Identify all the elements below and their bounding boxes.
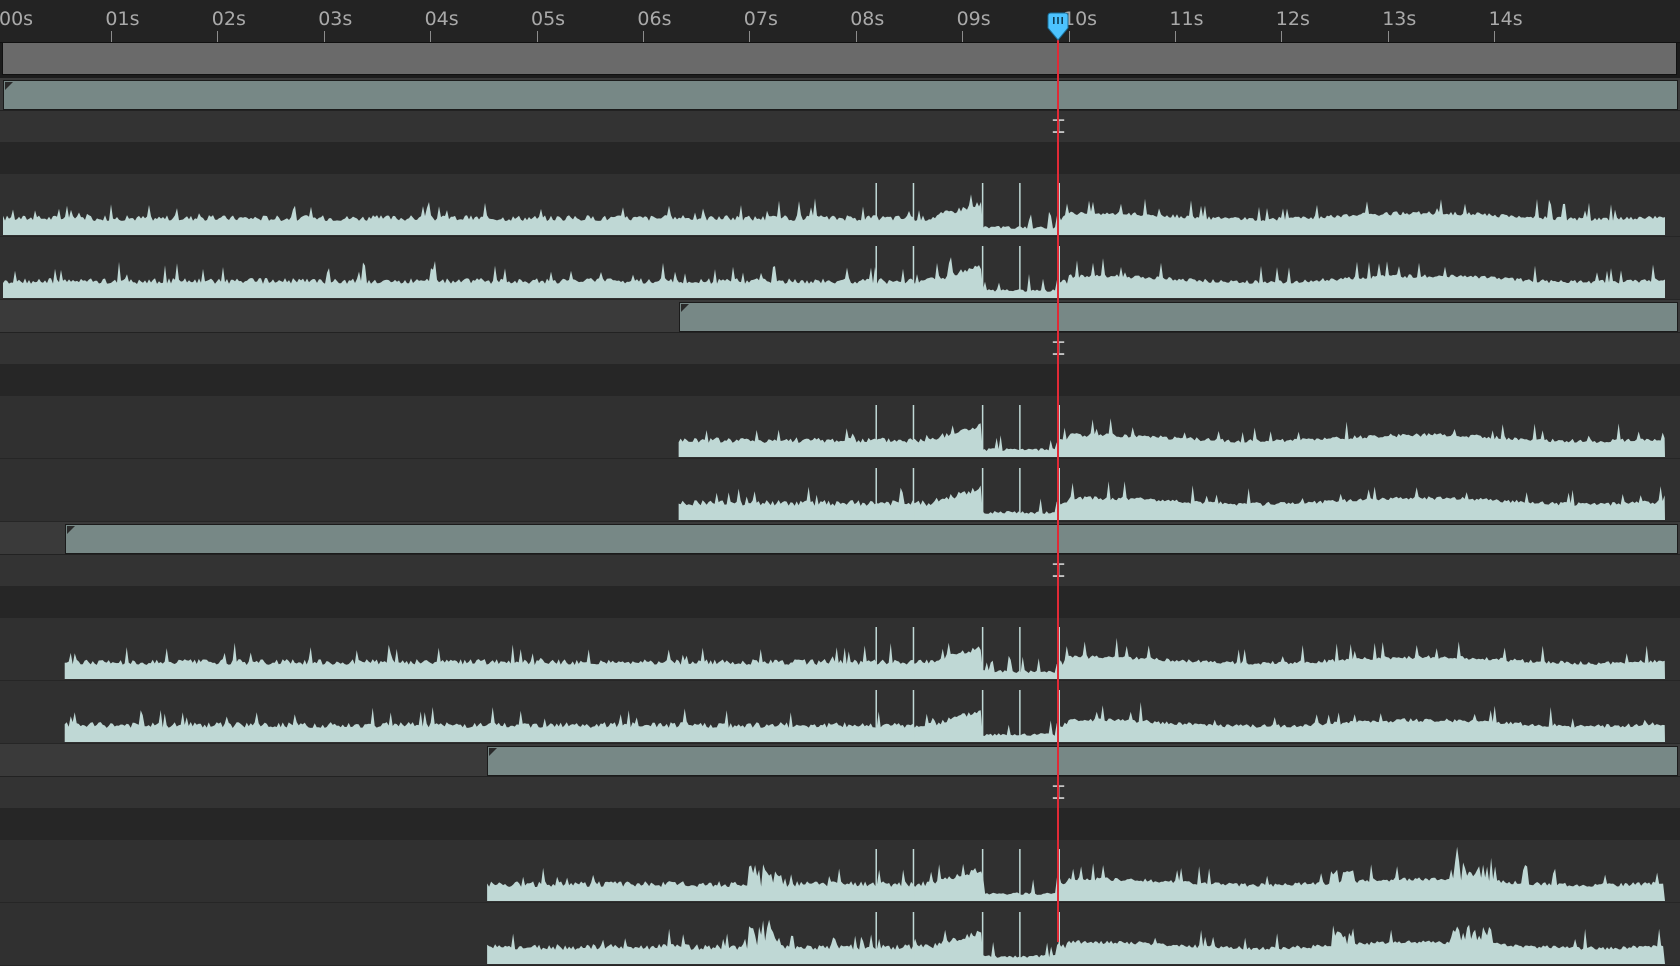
- waveform-peak: [912, 468, 915, 520]
- waveform-peak: [875, 690, 877, 742]
- waveform-peak: [1019, 405, 1021, 457]
- ruler-tick-mark: [962, 31, 964, 42]
- waveform-peak: [912, 183, 915, 235]
- ruler-tick-label: 04s: [424, 8, 459, 30]
- waveform-channel-right: [0, 459, 1680, 522]
- ruler-tick-mark: [1387, 31, 1389, 42]
- waveform-channel-left: [0, 840, 1680, 903]
- waveform-peak: [1019, 690, 1021, 742]
- waveform-peak: [912, 627, 915, 679]
- waveform-peak: [912, 246, 915, 298]
- waveform-peak: [1019, 246, 1021, 298]
- layer-duration-bar[interactable]: [64, 524, 1678, 554]
- waveform-peak: [981, 849, 984, 901]
- ruler-tick-label: 01s: [105, 8, 140, 30]
- waveform-peak: [1019, 627, 1021, 679]
- ruler-tick-mark: [749, 31, 751, 42]
- waveform-peak: [912, 912, 915, 964]
- waveform-peak: [981, 627, 984, 679]
- ruler-tick-mark: [217, 31, 219, 42]
- waveform-peak: [875, 627, 877, 679]
- waveform-peak: [912, 690, 915, 742]
- ruler-tick-label: 05s: [531, 8, 566, 30]
- waveform-peak: [981, 183, 984, 235]
- audio-waveform: [64, 702, 1665, 742]
- waveform-peak: [875, 246, 877, 298]
- audio-waveform: [3, 194, 1665, 235]
- ruler-tick-label: 09s: [956, 8, 991, 30]
- waveform-channel-left: [0, 174, 1680, 237]
- waveform-peak: [875, 183, 877, 235]
- ruler-tick-label: 11s: [1169, 8, 1204, 30]
- layer-bar-row: [0, 744, 1680, 777]
- layer-bar-row: [0, 78, 1680, 111]
- audio-header-row: [0, 587, 1680, 618]
- audio-waveform: [64, 637, 1665, 679]
- ruler-tick-label: 08s: [850, 8, 885, 30]
- waveform-peak: [981, 690, 984, 742]
- ruler-tick-mark: [1175, 31, 1176, 42]
- waveform-peak: [875, 405, 877, 457]
- playhead-handle-icon[interactable]: [1046, 12, 1070, 42]
- waveform-channel-right: [0, 681, 1680, 744]
- ruler-tick-label: 03s: [318, 8, 353, 30]
- property-row: ⌶: [0, 777, 1680, 809]
- layer-duration-bar[interactable]: [3, 80, 1678, 110]
- layer-duration-bar[interactable]: [678, 302, 1678, 332]
- ruler-tick-mark: [536, 31, 538, 42]
- ruler-tick-mark: [111, 31, 112, 42]
- audio-header-row: [0, 809, 1680, 840]
- waveform-channel-left: [0, 618, 1680, 681]
- ruler-tick-label: 07s: [743, 8, 778, 30]
- work-area-bar[interactable]: [2, 42, 1677, 75]
- waveform-peak: [981, 468, 984, 520]
- ruler-tick-mark: [855, 31, 857, 42]
- ruler-tick-mark: [1494, 31, 1496, 42]
- waveform-peak: [981, 912, 984, 964]
- waveform-channel-left: [0, 396, 1680, 459]
- audio-waveform: [678, 481, 1665, 520]
- waveform-peak: [912, 405, 915, 457]
- waveform-peak: [1019, 183, 1021, 235]
- ruler-tick-mark: [643, 31, 644, 42]
- waveform-peak: [875, 468, 877, 520]
- ruler-tick-label: 06s: [637, 8, 672, 30]
- waveform-peak: [875, 849, 877, 901]
- waveform-channel-right: [0, 903, 1680, 966]
- layer-bar-row: [0, 522, 1680, 555]
- timeline-panel: 00s 01s 02s 03s 04s 05s 06s 07s 08s 09s 10s 11s 12s 1…: [0, 0, 1680, 966]
- ruler-tick-label: 00s: [0, 8, 34, 30]
- property-row: ⌶: [0, 333, 1680, 365]
- waveform-channel-right: [0, 237, 1680, 300]
- waveform-peak: [981, 246, 984, 298]
- layer-bar-row: [0, 300, 1680, 333]
- property-row: ⌶: [0, 111, 1680, 143]
- ruler-tick-mark: [1281, 31, 1283, 42]
- audio-header-row: [0, 143, 1680, 174]
- audio-waveform: [3, 257, 1665, 298]
- ruler-tick-mark: [430, 31, 432, 42]
- waveform-peak: [875, 912, 877, 964]
- audio-waveform: [487, 846, 1665, 901]
- audio-waveform: [678, 418, 1665, 457]
- ruler-tick-label: 13s: [1382, 8, 1417, 30]
- waveform-peak: [1019, 468, 1021, 520]
- ruler-tick-label: 12s: [1275, 8, 1310, 30]
- waveform-peak: [1019, 849, 1021, 901]
- playhead-line[interactable]: [1057, 22, 1060, 942]
- audio-header-row: [0, 365, 1680, 396]
- time-ruler[interactable]: 00s 01s 02s 03s 04s 05s 06s 07s 08s 09s 10s 11s 12s 1…: [0, 0, 1680, 43]
- waveform-peak: [981, 405, 984, 457]
- layer-duration-bar[interactable]: [487, 746, 1678, 776]
- ruler-tick-mark: [323, 31, 325, 42]
- ruler-tick-label: 14s: [1488, 8, 1523, 30]
- ruler-tick-label: 02s: [211, 8, 246, 30]
- property-row: ⌶: [0, 555, 1680, 587]
- waveform-peak: [1019, 912, 1021, 964]
- waveform-peak: [912, 849, 915, 901]
